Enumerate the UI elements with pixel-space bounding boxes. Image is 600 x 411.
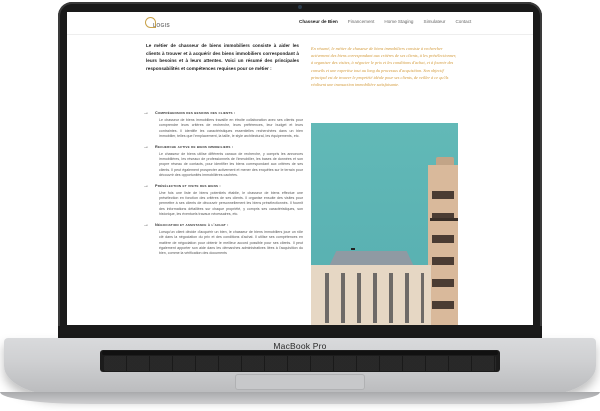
responsibilities-list: → Compréhension des besoins des clients … — [143, 110, 303, 261]
arrow-right-icon: → — [143, 110, 149, 116]
summary-paragraph: En résumé, le métier de chasseur de bien… — [311, 46, 457, 88]
photo-balcony — [430, 218, 458, 221]
laptop-front-lip — [0, 392, 600, 404]
nav-item-simulateur[interactable]: Simulateur — [424, 19, 446, 24]
arrow-right-icon: → — [143, 143, 149, 150]
site-header: LOGIS Chasseur de Bien Financement Home … — [67, 12, 533, 35]
logo-text: LOGIS — [153, 23, 171, 29]
photo-facade-windows — [319, 273, 424, 323]
list-item-text: Une fois une liste de biens potentiels é… — [159, 190, 303, 217]
photo-building-windows — [432, 183, 454, 323]
list-item: → Négociation et assistance à l'achat : … — [143, 222, 303, 257]
arrow-right-icon: → — [143, 182, 149, 189]
main-nav: Chasseur de Bien Financement Home Stagin… — [299, 19, 471, 24]
arrow-right-icon: → — [143, 221, 149, 228]
intro-paragraph: Le métier de chasseur de biens immobilie… — [146, 43, 299, 71]
site-logo[interactable]: LOGIS — [145, 16, 185, 31]
device-label: MacBook Pro — [273, 341, 327, 351]
laptop-screen: LOGIS Chasseur de Bien Financement Home … — [67, 12, 533, 325]
nav-item-contact[interactable]: Contact — [455, 19, 471, 24]
list-item-text: Le chasseur de biens utilise différents … — [159, 151, 303, 178]
parisian-building-photo — [311, 123, 458, 325]
touch-bar — [102, 351, 498, 355]
list-item-text: Lorsqu'un client décide d'acquérir un bi… — [159, 229, 303, 256]
list-item-title: Négociation et assistance à l'achat : — [155, 222, 229, 227]
list-item-title: Recherche active de biens immobiliers : — [155, 144, 234, 149]
nav-item-home-staging[interactable]: Home Staging — [384, 19, 413, 24]
list-item: → Présélection et visite des biens : Une… — [143, 183, 303, 218]
list-item-title: Compréhension des besoins des clients : — [155, 111, 236, 115]
list-item-title: Présélection et visite des biens : — [155, 183, 221, 188]
bird-icon — [351, 248, 355, 250]
keyboard-keys — [104, 356, 496, 371]
webcam-icon — [298, 5, 302, 9]
nav-item-financement[interactable]: Financement — [348, 19, 375, 24]
list-item-text: Le chasseur de biens immobiliers travail… — [159, 118, 303, 139]
page-content: Le métier de chasseur de biens immobilie… — [67, 34, 533, 325]
trackpad — [235, 374, 365, 390]
list-item: → Recherche active de biens immobiliers … — [143, 144, 303, 179]
nav-item-chasseur-de-bien[interactable]: Chasseur de Bien — [299, 19, 338, 24]
list-item: → Compréhension des besoins des clients … — [143, 110, 303, 140]
